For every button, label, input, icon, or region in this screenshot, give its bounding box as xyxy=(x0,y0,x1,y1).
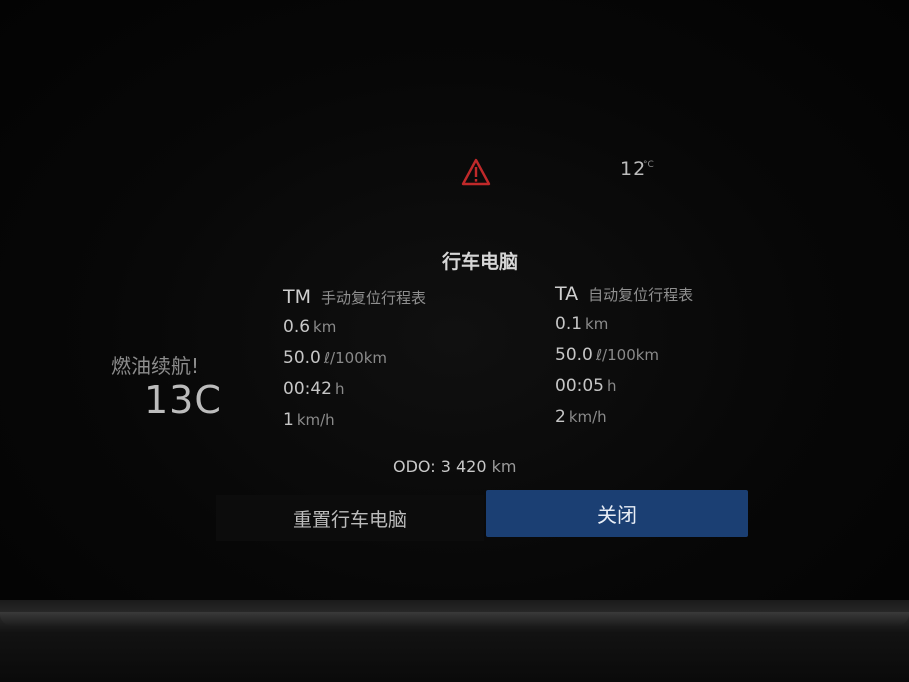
auto-trip-speed-unit: km/h xyxy=(568,408,607,426)
auto-trip-time-value: 00:05 xyxy=(555,376,604,396)
odometer-value: 3 420 xyxy=(440,457,487,476)
auto-trip-time: 00:05 h xyxy=(555,376,693,398)
instrument-display: 12 °C 燃油续航! 13C 行车电脑 TM 手动复位行程表 0.6 km 50… xyxy=(0,0,909,612)
odometer-label: ODO: xyxy=(393,457,436,476)
close-button[interactable]: 关闭 xyxy=(486,490,748,537)
manual-trip-speed: 1 km/h xyxy=(283,410,426,432)
manual-trip-distance-value: 0.6 xyxy=(283,317,311,337)
manual-trip-consumption-unit: ℓ/100km xyxy=(323,349,388,367)
auto-trip-distance-value: 0.1 xyxy=(555,314,583,334)
auto-trip-column: TA 自动复位行程表 0.1 km 50.0 ℓ/100km 00:05 h 2 km/… xyxy=(555,283,693,429)
manual-trip-column: TM 手动复位行程表 0.6 km 50.0 ℓ/100km 00:42 h 1 km/… xyxy=(283,286,426,432)
auto-trip-distance: 0.1 km xyxy=(555,314,693,336)
auto-trip-header: TA 自动复位行程表 xyxy=(555,283,693,305)
auto-trip-consumption-unit: ℓ/100km xyxy=(595,346,660,364)
auto-trip-consumption: 50.0 ℓ/100km xyxy=(555,345,693,367)
manual-trip-speed-value: 1 xyxy=(283,410,294,430)
manual-trip-distance: 0.6 km xyxy=(283,317,426,339)
manual-trip-abbr: TM xyxy=(283,286,311,308)
warning-triangle-icon xyxy=(461,158,491,186)
auto-trip-name: 自动复位行程表 xyxy=(588,286,694,304)
manual-trip-time: 00:42 h xyxy=(283,379,426,401)
odometer-unit: km xyxy=(491,457,517,476)
trip-computer-title: 行车电脑 xyxy=(441,251,518,273)
reset-button-label: 重置行车电脑 xyxy=(292,508,407,531)
manual-trip-time-unit: h xyxy=(335,380,345,398)
fuel-range-value: 13C xyxy=(144,378,222,422)
reset-trip-computer-button[interactable]: 重置行车电脑 xyxy=(216,495,484,541)
temperature-unit: °C xyxy=(643,160,654,170)
auto-trip-speed-value: 2 xyxy=(555,407,566,427)
manual-trip-name: 手动复位行程表 xyxy=(321,289,427,307)
manual-trip-consumption: 50.0 ℓ/100km xyxy=(283,348,426,370)
auto-trip-abbr: TA xyxy=(555,283,579,305)
manual-trip-consumption-value: 50.0 xyxy=(283,348,321,368)
manual-trip-time-value: 00:42 xyxy=(283,379,332,399)
auto-trip-time-unit: h xyxy=(607,377,617,395)
close-button-label: 关闭 xyxy=(597,503,637,527)
auto-trip-consumption-value: 50.0 xyxy=(555,345,593,365)
fuel-range-label: 燃油续航! xyxy=(111,354,200,378)
auto-trip-speed: 2 km/h xyxy=(555,407,693,429)
manual-trip-distance-unit: km xyxy=(313,318,337,336)
odometer: ODO: 3 420 km xyxy=(393,457,516,476)
bezel-edge xyxy=(0,612,909,626)
manual-trip-speed-unit: km/h xyxy=(296,411,335,429)
auto-trip-distance-unit: km xyxy=(585,315,609,333)
manual-trip-header: TM 手动复位行程表 xyxy=(283,286,426,308)
